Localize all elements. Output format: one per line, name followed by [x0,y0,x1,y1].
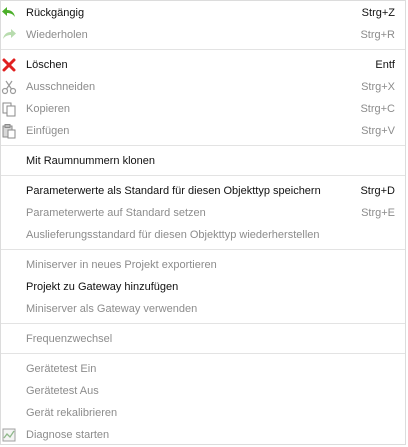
menu-item-label: Parameterwerte auf Standard setzen [26,207,206,219]
redo-arrow-icon [1,27,17,43]
menu-item-copy[interactable]: Kopieren Strg+C [1,98,405,120]
menu-item-clone-with-room-numbers[interactable]: Mit Raumnummern klonen [1,150,405,172]
menu-item-device-test-off[interactable]: Gerätetest Aus [1,380,405,402]
undo-arrow-icon [1,5,17,21]
menu-item-shortcut: Entf [375,59,395,71]
diagnosis-chart-icon [1,427,17,443]
menu-item-save-params-as-default[interactable]: Parameterwerte als Standard für diesen O… [1,180,405,202]
menu-separator [1,323,405,324]
menu-item-shortcut: Strg+E [361,207,395,219]
menu-item-label: Kopieren [26,103,71,115]
menu-item-shortcut: Strg+V [361,125,395,137]
menu-item-shortcut: Strg+D [360,185,395,197]
paste-icon [1,123,17,139]
menu-item-frequency-change[interactable]: Frequenzwechsel [1,328,405,350]
menu-separator [1,175,405,176]
menu-item-export-miniserver[interactable]: Miniserver in neues Projekt exportieren [1,254,405,276]
menu-separator [1,353,405,354]
menu-item-label: Rückgängig [26,7,85,19]
menu-item-label: Gerät rekalibrieren [26,407,118,419]
menu-item-label: Ausschneiden [26,81,96,93]
menu-item-restore-factory-default[interactable]: Auslieferungsstandard für diesen Objektt… [1,224,405,246]
menu-item-label: Gerätetest Ein [26,363,97,375]
menu-item-shortcut: Strg+X [361,81,395,93]
menu-item-redo[interactable]: Wiederholen Strg+R [1,24,405,46]
menu-item-label: Wiederholen [26,29,88,41]
context-menu: Rückgängig Strg+Z Wiederholen Strg+R Lös… [0,0,406,445]
menu-item-label: Parameterwerte als Standard für diesen O… [26,185,321,197]
delete-x-icon [1,57,17,73]
menu-item-cut[interactable]: Ausschneiden Strg+X [1,76,405,98]
menu-item-label: Mit Raumnummern klonen [26,155,155,167]
menu-item-label: Projekt zu Gateway hinzufügen [26,281,179,293]
menu-item-add-project-to-gateway[interactable]: Projekt zu Gateway hinzufügen [1,276,405,298]
menu-item-shortcut: Strg+C [360,103,395,115]
scissors-icon [1,79,17,95]
menu-item-delete[interactable]: Löschen Entf [1,54,405,76]
menu-item-shortcut: Strg+R [360,29,395,41]
menu-item-undo[interactable]: Rückgängig Strg+Z [1,2,405,24]
menu-separator [1,49,405,50]
menu-item-recalibrate-device[interactable]: Gerät rekalibrieren [1,402,405,424]
copy-icon [1,101,17,117]
menu-item-label: Miniserver in neues Projekt exportieren [26,259,217,271]
menu-item-label: Auslieferungsstandard für diesen Objektt… [26,229,320,241]
menu-item-label: Einfügen [26,125,70,137]
menu-item-label: Diagnose starten [26,429,110,441]
menu-item-shortcut: Strg+Z [361,7,395,19]
menu-item-label: Miniserver als Gateway verwenden [26,303,198,315]
menu-separator [1,249,405,250]
menu-item-label: Gerätetest Aus [26,385,99,397]
menu-item-label: Löschen [26,59,68,71]
menu-item-paste[interactable]: Einfügen Strg+V [1,120,405,142]
menu-item-use-miniserver-as-gateway[interactable]: Miniserver als Gateway verwenden [1,298,405,320]
menu-item-reset-params-to-default[interactable]: Parameterwerte auf Standard setzen Strg+… [1,202,405,224]
menu-item-label: Frequenzwechsel [26,333,113,345]
menu-separator [1,145,405,146]
menu-item-device-test-on[interactable]: Gerätetest Ein [1,358,405,380]
menu-item-start-diagnosis[interactable]: Diagnose starten [1,424,405,446]
